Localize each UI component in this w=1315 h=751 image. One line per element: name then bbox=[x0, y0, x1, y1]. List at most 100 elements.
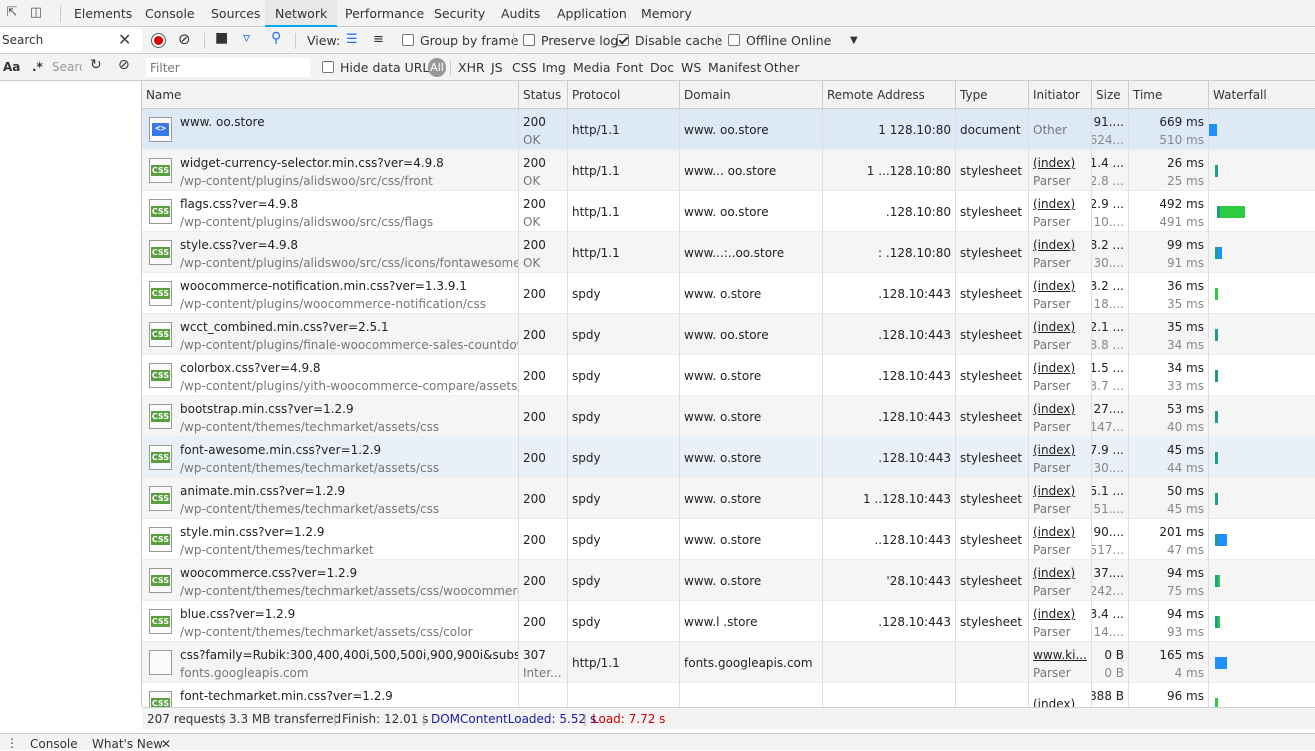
search-icon[interactable]: ⚲ bbox=[271, 30, 281, 46]
remote-address: .128.10:443 bbox=[878, 369, 951, 383]
drawer-tab-whats-new[interactable]: What's New bbox=[92, 737, 163, 751]
tab-application[interactable]: Application bbox=[557, 0, 627, 27]
initiator-link[interactable]: (index) bbox=[1033, 566, 1075, 580]
column-domain[interactable]: Domain bbox=[680, 81, 823, 109]
tab-network[interactable]: Network bbox=[265, 0, 338, 27]
filter-type-xhr[interactable]: XHR bbox=[458, 60, 485, 75]
tab-audits[interactable]: Audits bbox=[501, 0, 540, 27]
column-initiator[interactable]: Initiator bbox=[1029, 81, 1092, 109]
resource-type: document bbox=[960, 123, 1021, 137]
css-file-icon bbox=[149, 404, 172, 429]
waterfall-bar bbox=[1215, 288, 1218, 300]
clear-icon[interactable]: ⊘ bbox=[118, 57, 130, 73]
filter-type-other[interactable]: Other bbox=[764, 60, 800, 75]
column-remote-address[interactable]: Remote Address bbox=[823, 81, 956, 109]
filter-icon[interactable]: ▿ bbox=[243, 30, 250, 46]
initiator-link[interactable]: (index) bbox=[1033, 320, 1075, 334]
tab-console[interactable]: Console bbox=[145, 0, 195, 27]
request-row[interactable]: font-awesome.min.css?ver=1.2.9 /wp-conte… bbox=[142, 437, 1315, 478]
request-row[interactable]: style.min.css?ver=1.2.9 /wp-content/them… bbox=[142, 519, 1315, 560]
remote-address: .128.10:443 bbox=[878, 410, 951, 424]
request-row[interactable]: blue.css?ver=1.2.9 /wp-content/themes/te… bbox=[142, 601, 1315, 642]
filter-type-css[interactable]: CSS bbox=[512, 60, 537, 75]
initiator-link[interactable]: www.ki... bbox=[1033, 648, 1087, 662]
regex-button[interactable]: .* bbox=[32, 60, 43, 74]
request-row[interactable]: animate.min.css?ver=1.2.9 /wp-content/th… bbox=[142, 478, 1315, 519]
request-row[interactable]: bootstrap.min.css?ver=1.2.9 /wp-content/… bbox=[142, 396, 1315, 437]
filter-type-img[interactable]: Img bbox=[542, 60, 566, 75]
request-row[interactable]: css?family=Rubik:300,400,400i,500,500i,9… bbox=[142, 642, 1315, 683]
initiator-link[interactable]: (index) bbox=[1033, 361, 1075, 375]
tab-sources[interactable]: Sources bbox=[211, 0, 260, 27]
total-time: 94 ms bbox=[1166, 607, 1204, 621]
overview-icon[interactable]: ≡ bbox=[373, 32, 384, 47]
initiator-link[interactable]: (index) bbox=[1033, 525, 1075, 539]
column-type[interactable]: Type bbox=[956, 81, 1029, 109]
cell-type: stylesheet bbox=[956, 232, 1029, 273]
filter-type-all[interactable]: All bbox=[428, 58, 446, 77]
disable-cache-checkbox[interactable] bbox=[617, 34, 629, 46]
initiator-link[interactable]: (index) bbox=[1033, 238, 1075, 252]
summary-divider: | bbox=[221, 712, 226, 726]
request-row[interactable]: font-techmarket.min.css?ver=1.2.9 (index… bbox=[142, 683, 1315, 707]
inspect-element-icon[interactable]: ⇱ bbox=[4, 5, 20, 21]
drawer-menu-icon[interactable]: ⋮ bbox=[6, 736, 18, 750]
column-time[interactable]: Time bbox=[1129, 81, 1209, 109]
column-name[interactable]: Name bbox=[142, 81, 519, 109]
request-row[interactable]: woocommerce.css?ver=1.2.9 /wp-content/th… bbox=[142, 560, 1315, 601]
device-toolbar-icon[interactable]: ◫ bbox=[28, 5, 44, 21]
request-row[interactable]: colorbox.css?ver=4.9.8 /wp-content/plugi… bbox=[142, 355, 1315, 396]
column-protocol[interactable]: Protocol bbox=[568, 81, 680, 109]
column-status[interactable]: Status bbox=[519, 81, 568, 109]
initiator-link[interactable]: (index) bbox=[1033, 279, 1075, 293]
initiator-link[interactable]: (index) bbox=[1033, 484, 1075, 498]
request-row[interactable]: www. oo.store 200 OK http/1.1 www. oo.st… bbox=[142, 109, 1315, 150]
filter-input[interactable] bbox=[146, 58, 310, 77]
total-time: 99 ms bbox=[1166, 238, 1204, 252]
tab-memory[interactable]: Memory bbox=[641, 0, 692, 27]
chevron-down-icon[interactable]: ▼ bbox=[850, 35, 858, 46]
search-input[interactable]: Search bbox=[52, 60, 82, 74]
screenshot-camera-icon[interactable]: ■ bbox=[215, 30, 228, 46]
initiator-link[interactable]: (index) bbox=[1033, 443, 1075, 457]
filter-type-media[interactable]: Media bbox=[573, 60, 611, 75]
filter-type-doc[interactable]: Doc bbox=[650, 60, 674, 75]
close-icon[interactable]: ✕ bbox=[118, 30, 131, 49]
initiator-link[interactable]: (index) bbox=[1033, 156, 1075, 170]
filter-type-manifest[interactable]: Manifest bbox=[708, 60, 761, 75]
initiator-link[interactable]: (index) bbox=[1033, 197, 1075, 211]
initiator-link[interactable]: (index) bbox=[1033, 697, 1075, 707]
request-row[interactable]: wcct_combined.min.css?ver=2.5.1 /wp-cont… bbox=[142, 314, 1315, 355]
request-row[interactable]: widget-currency-selector.min.css?ver=4.9… bbox=[142, 150, 1315, 191]
cell-time: 165 ms 4 ms bbox=[1129, 642, 1209, 683]
match-case-button[interactable]: Aa bbox=[3, 60, 20, 74]
tab-elements[interactable]: Elements bbox=[74, 0, 132, 27]
large-rows-icon[interactable]: ☰ bbox=[346, 32, 358, 47]
request-row[interactable]: flags.css?ver=4.9.8 /wp-content/plugins/… bbox=[142, 191, 1315, 232]
filter-type-js[interactable]: JS bbox=[491, 60, 503, 75]
filter-type-ws[interactable]: WS bbox=[681, 60, 701, 75]
refresh-icon[interactable]: ↻ bbox=[90, 57, 102, 73]
throttling-select[interactable]: Online bbox=[791, 33, 831, 48]
cell-name: bootstrap.min.css?ver=1.2.9 /wp-content/… bbox=[142, 396, 519, 437]
initiator-link[interactable]: (index) bbox=[1033, 607, 1075, 621]
drawer-tab-console[interactable]: Console bbox=[30, 737, 78, 751]
cell-status: 200 bbox=[519, 437, 568, 478]
filter-type-font[interactable]: Font bbox=[616, 60, 643, 75]
cell-waterfall bbox=[1209, 314, 1315, 355]
tab-performance[interactable]: Performance bbox=[345, 0, 424, 27]
record-button[interactable] bbox=[151, 33, 166, 48]
hide-data-urls-checkbox[interactable] bbox=[322, 61, 334, 73]
cell-waterfall bbox=[1209, 478, 1315, 519]
clear-icon[interactable]: ⊘ bbox=[178, 30, 191, 48]
initiator-link[interactable]: (index) bbox=[1033, 402, 1075, 416]
close-icon[interactable]: ✕ bbox=[161, 737, 171, 751]
preserve-log-checkbox[interactable] bbox=[523, 34, 535, 46]
column-size[interactable]: Size bbox=[1092, 81, 1129, 109]
group-by-frame-checkbox[interactable] bbox=[402, 34, 414, 46]
column-waterfall[interactable]: Waterfall bbox=[1209, 81, 1315, 109]
request-row[interactable]: style.css?ver=4.9.8 /wp-content/plugins/… bbox=[142, 232, 1315, 273]
offline-checkbox[interactable] bbox=[728, 34, 740, 46]
tab-security[interactable]: Security bbox=[434, 0, 485, 27]
request-row[interactable]: woocommerce-notification.min.css?ver=1.3… bbox=[142, 273, 1315, 314]
